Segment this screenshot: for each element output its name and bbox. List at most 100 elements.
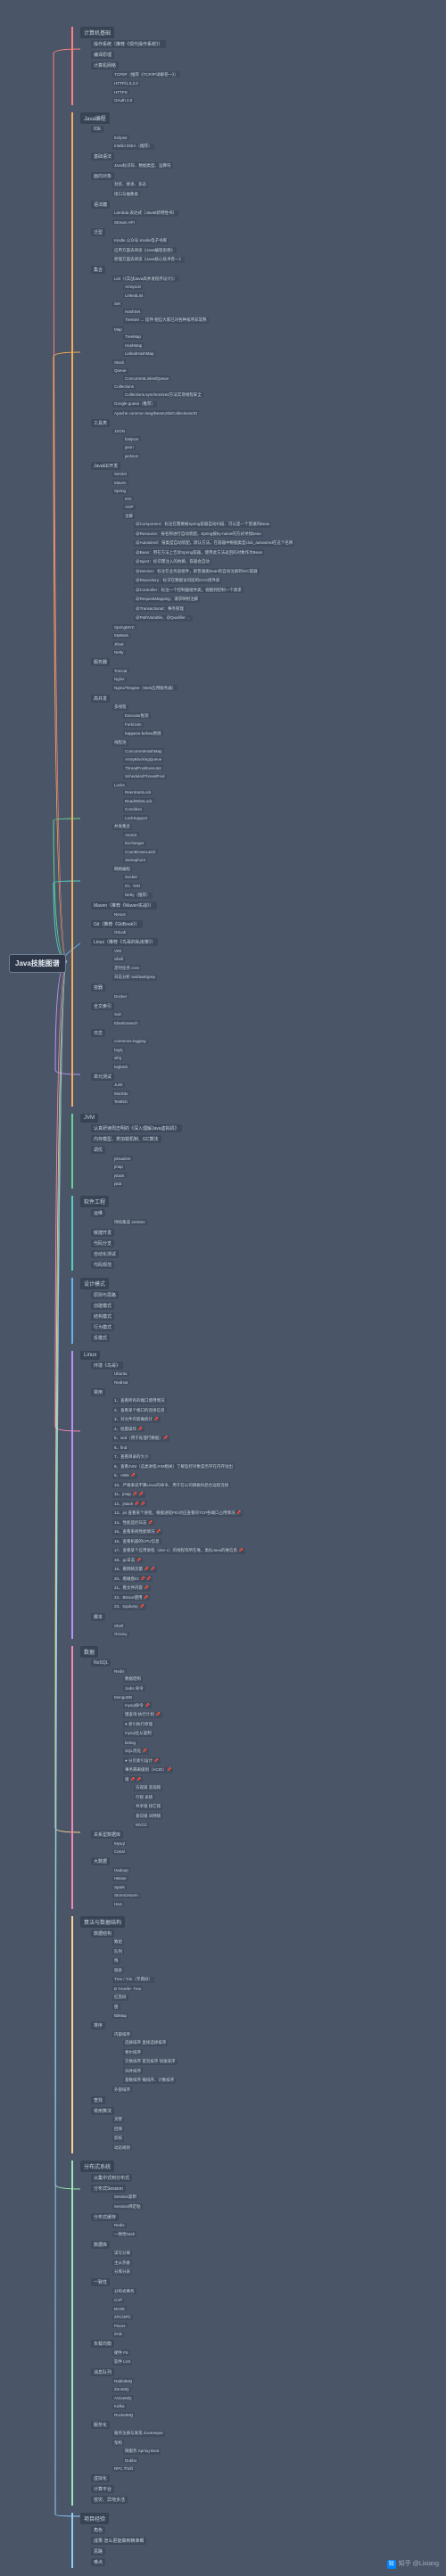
leaf-node[interactable]: HashMap bbox=[123, 342, 144, 348]
leaf-node[interactable]: 22、Btrace使用 📌 bbox=[112, 1594, 150, 1601]
leaf-node[interactable]: 行锁 表锁 bbox=[134, 1794, 154, 1800]
node-label[interactable]: 面向对象 bbox=[91, 172, 114, 180]
node-label[interactable]: 服务器 bbox=[91, 658, 110, 666]
node-label[interactable]: 成果 怎么更能做到精准细 bbox=[91, 2537, 146, 2545]
leaf-node[interactable]: @RequestMapping：请求映射注解 bbox=[134, 597, 200, 603]
node-label[interactable]: 关系型数据库 bbox=[91, 1831, 123, 1839]
node-label[interactable]: 反模式 bbox=[91, 1334, 110, 1342]
leaf-node[interactable]: Ubuntu bbox=[112, 1371, 129, 1377]
node-label[interactable]: 虚拟化 bbox=[91, 2474, 110, 2482]
leaf-node[interactable]: 19、看网络流量 📌 📌 bbox=[112, 1567, 157, 1573]
node-label[interactable]: 脚本 bbox=[91, 1613, 105, 1621]
leaf-node[interactable]: TestNG bbox=[112, 1099, 129, 1105]
leaf-node[interactable]: 18、gc日志 📌 bbox=[112, 1557, 143, 1563]
leaf-node[interactable]: 3、对文件内容做统计 📌 bbox=[112, 1417, 161, 1423]
leaf-node[interactable]: RPC Thrift bbox=[112, 2466, 135, 2472]
leaf-node[interactable]: Stream API bbox=[112, 219, 136, 225]
leaf-node[interactable]: RocketMQ bbox=[112, 2412, 135, 2417]
node-label[interactable]: 计算机网络 bbox=[91, 62, 119, 70]
leaf-node[interactable]: Fork/Join bbox=[123, 722, 144, 728]
leaf-node[interactable]: Shell bbox=[112, 957, 125, 962]
leaf-node[interactable]: 分布式事务 bbox=[112, 2288, 136, 2294]
leaf-node[interactable]: Spring bbox=[112, 489, 128, 494]
leaf-node[interactable]: Java标识符、数据类型、运算符 bbox=[112, 162, 173, 169]
leaf-node[interactable]: 定时任务 cron bbox=[112, 965, 141, 971]
node-label[interactable]: 泛型 bbox=[91, 228, 105, 236]
leaf-node[interactable]: Apache common lang/BeanUtils/Collections… bbox=[112, 410, 199, 416]
leaf-node[interactable]: Solr bbox=[112, 1012, 123, 1017]
node-label[interactable]: 数据结构 bbox=[91, 1930, 114, 1938]
leaf-node[interactable]: jstat bbox=[112, 1181, 123, 1187]
leaf-node[interactable]: ConcurrentLinkedQueue bbox=[123, 375, 170, 381]
leaf-node[interactable]: TCP/IP（推荐《TCP/IP详解卷一》） bbox=[112, 71, 180, 78]
leaf-node[interactable]: 内部排序 bbox=[112, 2031, 132, 2037]
leaf-node[interactable]: Tomcat bbox=[112, 668, 129, 673]
branch-title[interactable]: 项目经验 bbox=[80, 2513, 109, 2524]
leaf-node[interactable]: 7、查看目录的大小 bbox=[112, 1454, 151, 1461]
branch-title[interactable]: 算法与数据结构 bbox=[80, 1916, 125, 1928]
leaf-node[interactable]: 并发集合 bbox=[112, 824, 132, 830]
leaf-node[interactable]: @Repository：标识在数据访问层的DAO组件类 bbox=[134, 578, 221, 584]
leaf-node[interactable]: GitLab bbox=[112, 930, 128, 935]
leaf-node[interactable]: Hive bbox=[112, 1901, 124, 1906]
leaf-node[interactable]: 架构 bbox=[112, 2440, 124, 2446]
leaf-node[interactable]: 分库分表 bbox=[112, 2269, 132, 2276]
leaf-node[interactable]: 9、AWK 📌 bbox=[112, 1473, 137, 1479]
leaf-node[interactable]: HTTPS bbox=[112, 89, 129, 95]
node-label[interactable]: 单元测试 bbox=[91, 1073, 114, 1081]
node-label[interactable]: 工具类 bbox=[91, 419, 110, 427]
leaf-node[interactable]: jstack bbox=[112, 1173, 127, 1178]
node-label[interactable]: 代码分支 bbox=[91, 1239, 114, 1247]
node-label[interactable]: 编译原理 bbox=[91, 51, 114, 59]
leaf-node[interactable]: Docker bbox=[112, 993, 128, 999]
leaf-node[interactable]: B Tree/B+ Tree bbox=[112, 1986, 143, 1991]
node-label[interactable]: 语法糖 bbox=[91, 201, 110, 209]
leaf-node[interactable]: 剪枝 bbox=[112, 2136, 124, 2142]
leaf-node[interactable]: BitMap bbox=[112, 2013, 128, 2019]
leaf-node[interactable]: Spark bbox=[112, 1884, 127, 1889]
node-label[interactable]: Maven（推荐《Maven实战》） bbox=[91, 901, 157, 909]
leaf-node[interactable]: HBase bbox=[112, 1876, 128, 1881]
node-label[interactable]: 数据库 bbox=[91, 2241, 110, 2249]
leaf-node[interactable]: 日志分析 sed/awk/grep bbox=[112, 975, 157, 981]
leaf-node[interactable]: 图 bbox=[112, 2004, 120, 2010]
leaf-node[interactable]: @Controller：标注一个控制器组件类，视图到控制一个请求 bbox=[134, 587, 244, 593]
leaf-node[interactable]: Queue bbox=[112, 368, 128, 374]
node-label[interactable]: 运维 bbox=[91, 1209, 105, 1217]
leaf-node[interactable]: AOP bbox=[123, 505, 136, 510]
node-label[interactable]: 常用 bbox=[91, 1388, 105, 1396]
leaf-node[interactable]: Session绑定粘 bbox=[112, 2203, 143, 2210]
leaf-node[interactable]: mysql主从复制 bbox=[123, 1731, 153, 1737]
leaf-node[interactable]: Shell bbox=[112, 1623, 125, 1628]
leaf-node[interactable]: @Inject：标识需注入的依赖，容器会自动 bbox=[134, 559, 211, 565]
node-label[interactable]: 服务化 bbox=[91, 2421, 110, 2429]
node-label[interactable]: 自动化测试 bbox=[91, 1250, 119, 1258]
leaf-node[interactable]: 1、查看所有的端口使用情况 bbox=[112, 1398, 167, 1404]
node-label[interactable]: 分布式缓存 bbox=[91, 2213, 119, 2221]
leaf-node[interactable]: 外部排序 bbox=[112, 2086, 132, 2093]
leaf-node[interactable]: Eclipse bbox=[112, 135, 129, 140]
node-label[interactable]: Linux（推荐《鸟哥的私房菜》） bbox=[91, 938, 158, 946]
leaf-node[interactable]: jmap bbox=[112, 1165, 125, 1170]
node-label[interactable]: 负载均衡 bbox=[91, 2340, 114, 2348]
node-label[interactable]: 一致性 bbox=[91, 2278, 110, 2286]
leaf-node[interactable]: logback bbox=[112, 1064, 130, 1069]
leaf-node[interactable]: RedHat bbox=[112, 1379, 129, 1385]
leaf-node[interactable]: Jfinal bbox=[112, 641, 126, 646]
leaf-node[interactable]: @Service：标注在业务层组件，即普通类bean的自动注册到IOC容器 bbox=[134, 568, 260, 574]
leaf-node[interactable]: LinkedList bbox=[123, 292, 145, 298]
leaf-node[interactable]: Junit bbox=[112, 1082, 125, 1088]
leaf-node[interactable]: Servlet bbox=[112, 472, 128, 477]
node-label[interactable]: JavaEE开发 bbox=[91, 462, 120, 470]
node-label[interactable]: 全文索引 bbox=[91, 1002, 114, 1010]
leaf-node[interactable]: 服务注册与发现 ZooKeeper bbox=[112, 2431, 165, 2437]
leaf-node[interactable]: @Bean：用在方法上告诉Spring容器，使用此方法返回的对象作为Bean bbox=[134, 549, 264, 556]
leaf-node[interactable]: ArrayList bbox=[123, 284, 143, 290]
leaf-node[interactable]: 11、jmap 📌 📌 bbox=[112, 1492, 145, 1498]
leaf-node[interactable]: ScheduledThreadPool bbox=[123, 774, 167, 779]
leaf-node[interactable]: Collections.synchronized方法实现线程安全 bbox=[123, 391, 203, 398]
branch-title[interactable]: Linux bbox=[80, 1351, 100, 1360]
leaf-node[interactable]: 16、查看机器的CPU信息 bbox=[112, 1538, 161, 1544]
leaf-node[interactable]: slf4j bbox=[112, 1056, 123, 1061]
node-label[interactable]: 集合 bbox=[91, 266, 105, 274]
